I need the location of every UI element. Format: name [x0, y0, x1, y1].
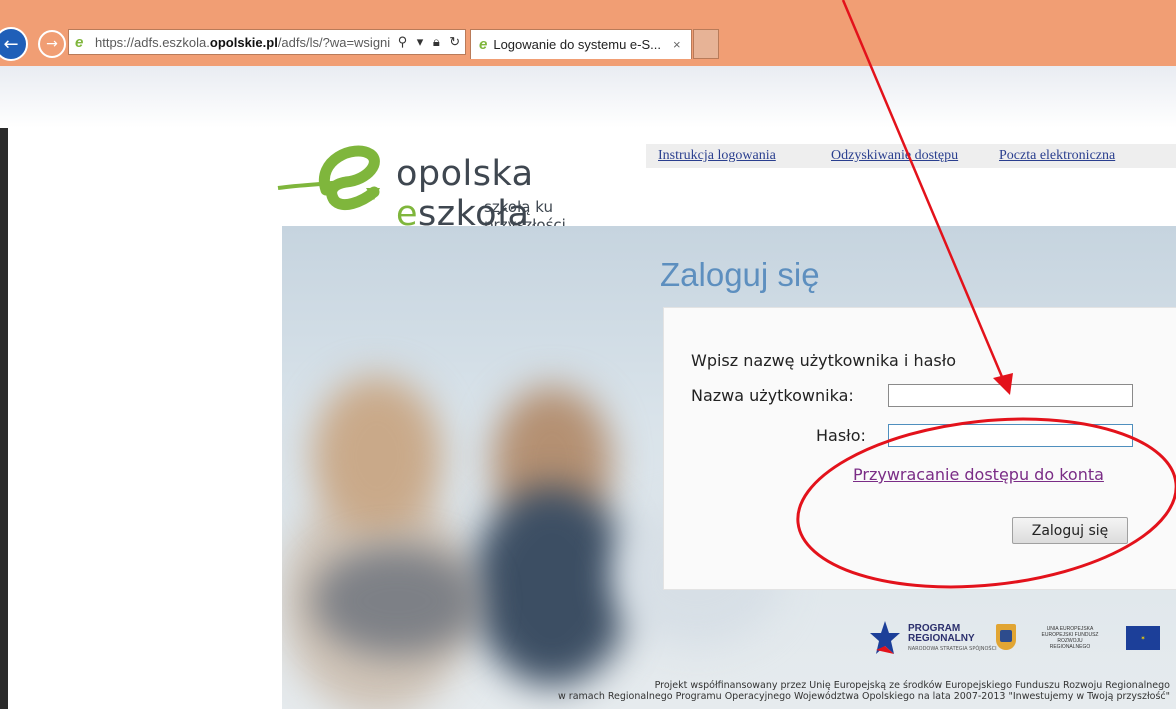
program-star-icon — [870, 621, 900, 654]
program-subtitle: NARODOWA STRATEGIA SPÓJNOŚCI — [908, 646, 997, 652]
coat-of-arms-icon — [996, 624, 1016, 650]
program-regionalny-logo: PROGRAM REGIONALNY NARODOWA STRATEGIA SPÓ… — [870, 620, 1000, 660]
login-button[interactable]: Zaloguj się — [1012, 517, 1128, 544]
back-icon: ← — [3, 33, 19, 55]
hero-laptop — [312, 546, 482, 656]
username-label: Nazwa użytkownika: — [691, 386, 854, 405]
forward-button[interactable]: → — [38, 30, 66, 58]
lock-icon[interactable]: 🔒︎ — [433, 34, 440, 50]
tab-login[interactable]: e Logowanie do systemu e-S... × — [470, 29, 692, 59]
refresh-icon[interactable]: ↻ — [449, 34, 460, 50]
logo-mark-icon — [277, 145, 380, 210]
address-bar[interactable]: e https://adfs.eszkola.opolskie.pl/adfs/… — [68, 29, 466, 55]
tab-title: Logowanie do systemu e-S... — [493, 37, 661, 52]
footer-line-2: w ramach Regionalnego Programu Operacyjn… — [558, 691, 1170, 702]
top-navigation: Instrukcja logowania Odzyskiwanie dostęp… — [646, 144, 1176, 168]
address-tools: ⚲ ▾ 🔒︎ ↻ — [393, 34, 465, 50]
password-label: Hasło: — [816, 426, 866, 445]
login-instructions: Wpisz nazwę użytkownika i hasło — [691, 351, 957, 370]
footer-line-1: Projekt współfinansowany przez Unię Euro… — [654, 680, 1170, 691]
page-title: Zaloguj się — [660, 256, 820, 293]
forward-icon: → — [46, 36, 58, 52]
footer-text: Projekt współfinansowany przez Unię Euro… — [470, 680, 1170, 702]
toolbar-band — [0, 66, 1176, 128]
eu-flag-icon: ✶ — [1126, 626, 1160, 650]
hero-figure-right — [472, 486, 632, 686]
password-input[interactable] — [888, 424, 1133, 447]
eu-fund-text: UNIA EUROPEJSKA EUROPEJSKI FUNDUSZ ROZWO… — [1041, 626, 1099, 650]
username-input[interactable] — [888, 384, 1133, 407]
address-url[interactable]: https://adfs.eszkola.opolskie.pl/adfs/ls… — [95, 35, 393, 50]
site-logo[interactable]: opolska eszkoła szkołą ku przyszłości — [276, 140, 636, 234]
nav-link-email[interactable]: Poczta elektroniczna — [999, 148, 1115, 164]
nav-link-login-instructions[interactable]: Instrukcja logowania — [658, 148, 776, 164]
tab-favicon-icon: e — [479, 36, 488, 53]
browser-chrome: ← → e https://adfs.eszkola.opolskie.pl/a… — [0, 0, 1176, 66]
nav-link-access-recovery[interactable]: Odzyskiwanie dostępu — [831, 148, 958, 164]
new-tab-button[interactable] — [693, 29, 719, 59]
recover-access-link[interactable]: Przywracanie dostępu do konta — [853, 465, 1104, 484]
login-panel — [663, 307, 1176, 590]
program-title: PROGRAM REGIONALNY — [908, 623, 975, 644]
search-icon[interactable]: ⚲ — [398, 34, 408, 50]
back-button[interactable]: ← — [0, 27, 28, 61]
close-icon[interactable]: × — [673, 37, 691, 52]
dropdown-icon[interactable]: ▾ — [417, 34, 424, 50]
hero-head-left — [312, 376, 442, 536]
site-favicon-icon: e — [75, 33, 84, 51]
funding-logos: PROGRAM REGIONALNY NARODOWA STRATEGIA SPÓ… — [862, 616, 1162, 662]
